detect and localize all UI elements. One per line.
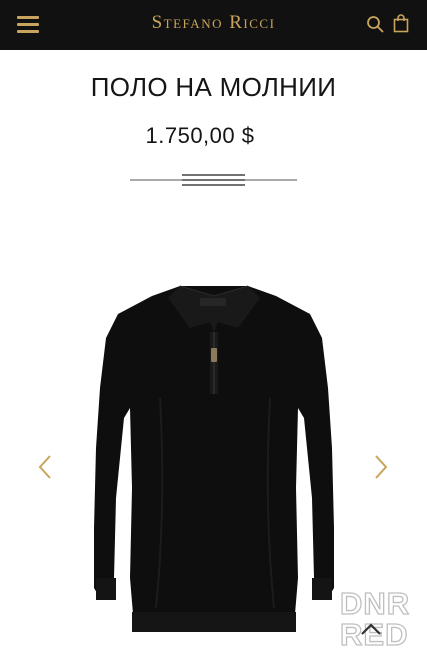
product-image[interactable] xyxy=(90,278,338,652)
shopping-bag-icon[interactable] xyxy=(393,14,409,33)
product-title: ПОЛО НА МОЛНИИ xyxy=(90,72,337,102)
chevron-up-icon[interactable] xyxy=(354,618,388,640)
brand-logo[interactable]: Stefano Ricci xyxy=(0,12,427,34)
product-price: 1.750,00 $ xyxy=(145,123,255,148)
top-navigation-bar: Stefano Ricci xyxy=(0,0,427,50)
chevron-left-icon[interactable] xyxy=(37,454,53,480)
decorative-divider xyxy=(130,174,297,186)
chevron-right-icon[interactable] xyxy=(373,454,389,480)
search-icon[interactable] xyxy=(366,15,384,33)
